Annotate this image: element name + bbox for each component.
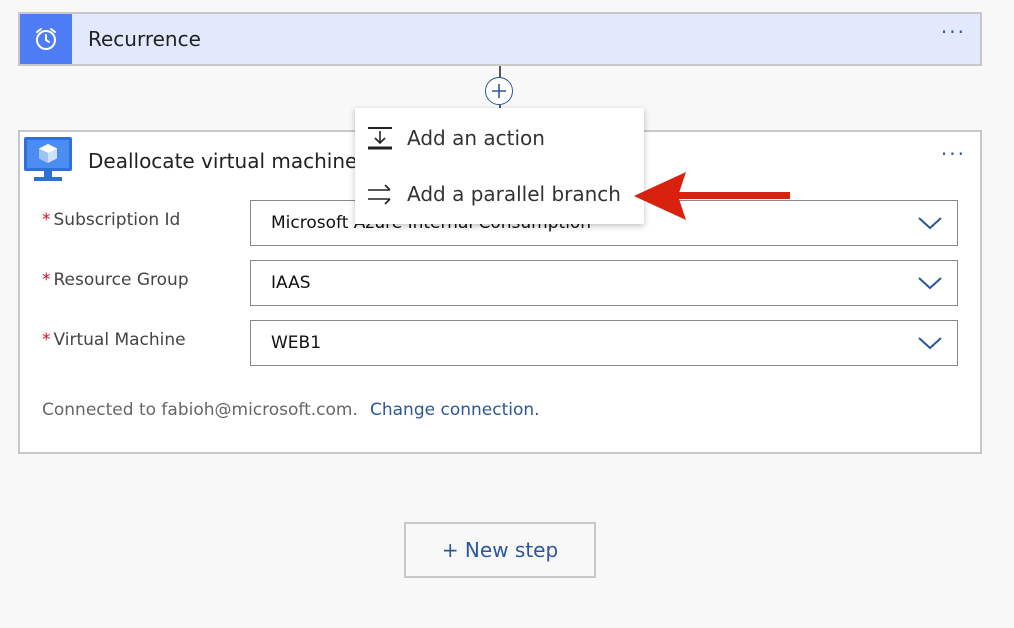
subscription-id-label-text: Subscription Id (53, 210, 181, 230)
chevron-down-icon (918, 217, 942, 230)
virtual-machine-label: * Virtual Machine (42, 330, 186, 350)
insert-step-button[interactable] (485, 77, 513, 105)
menu-item-add-action[interactable]: Add an action (355, 112, 644, 164)
resource-group-label: * Resource Group (42, 270, 189, 290)
resource-group-value: IAAS (271, 273, 311, 293)
add-action-label: Add an action (407, 126, 545, 150)
add-parallel-branch-label: Add a parallel branch (407, 182, 621, 206)
chevron-down-icon (918, 277, 942, 290)
chevron-down-icon (918, 337, 942, 350)
virtual-machine-value: WEB1 (271, 333, 322, 353)
resource-group-label-text: Resource Group (53, 270, 189, 290)
connection-status-text: Connected to fabioh@microsoft.com. (42, 400, 358, 420)
annotation-arrow-icon (634, 172, 790, 220)
required-indicator: * (42, 270, 51, 290)
recurrence-title: Recurrence (88, 27, 201, 51)
add-action-icon (368, 127, 392, 150)
subscription-id-label: * Subscription Id (42, 210, 180, 230)
required-indicator: * (42, 210, 51, 230)
required-indicator: * (42, 330, 51, 350)
deallocate-more-options-button[interactable]: ··· (941, 144, 966, 164)
recurrence-more-options-button[interactable]: ··· (941, 22, 966, 42)
plus-icon (492, 84, 506, 98)
change-connection-link[interactable]: Change connection. (370, 400, 540, 420)
virtual-machine-label-text: Virtual Machine (53, 330, 186, 350)
parallel-branch-icon (368, 184, 391, 205)
menu-item-add-parallel-branch[interactable]: Add a parallel branch (355, 168, 644, 220)
recurrence-trigger-card[interactable]: Recurrence ··· (18, 12, 982, 66)
new-step-button[interactable]: + New step (404, 522, 596, 578)
alarm-clock-icon (20, 14, 72, 64)
insert-step-menu: Add an action Add a parallel branch (355, 108, 644, 224)
virtual-machine-dropdown[interactable]: WEB1 (250, 320, 958, 366)
resource-group-dropdown[interactable]: IAAS (250, 260, 958, 306)
virtual-machine-icon (22, 135, 74, 189)
deallocate-vm-title: Deallocate virtual machine ( (88, 149, 372, 173)
